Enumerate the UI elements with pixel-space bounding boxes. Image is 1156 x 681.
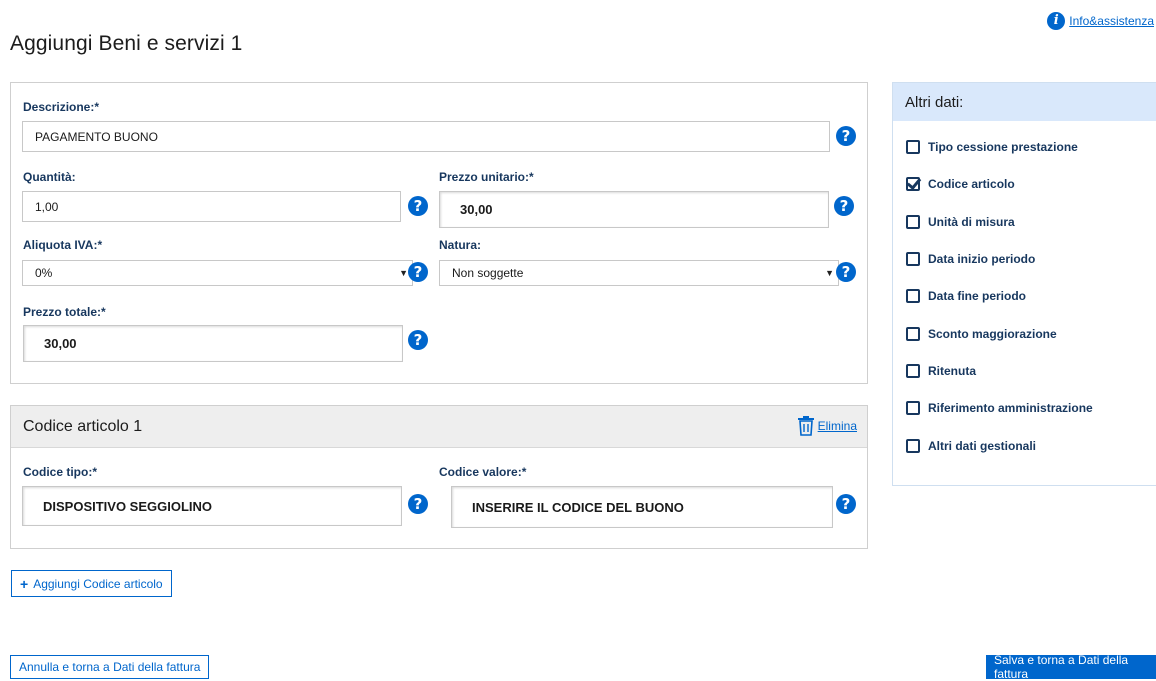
info-assistance-label[interactable]: Info&assistenza bbox=[1069, 14, 1154, 28]
codice-articolo-panel: Codice articolo 1 Elimina Codice tipo:* … bbox=[10, 405, 868, 549]
codice-valore-input[interactable]: INSERIRE IL CODICE DEL BUONO bbox=[451, 486, 833, 528]
natura-label: Natura: bbox=[439, 238, 482, 252]
delete-label[interactable]: Elimina bbox=[818, 419, 857, 433]
option-unita-misura[interactable]: Unità di misura bbox=[906, 215, 1015, 229]
chevron-down-icon: ▼ bbox=[399, 268, 408, 278]
descrizione-help-icon[interactable]: ? bbox=[836, 126, 856, 146]
option-label: Altri dati gestionali bbox=[928, 439, 1037, 453]
descrizione-input[interactable]: PAGAMENTO BUONO bbox=[22, 121, 830, 152]
option-altri-gestionali[interactable]: Altri dati gestionali bbox=[906, 439, 1036, 453]
option-label: Riferimento amministrazione bbox=[928, 401, 1093, 415]
option-label: Tipo cessione prestazione bbox=[928, 140, 1078, 154]
delete-link[interactable]: Elimina bbox=[797, 416, 857, 436]
option-data-inizio[interactable]: Data inizio periodo bbox=[906, 252, 1035, 266]
prezzo-unitario-help-icon[interactable]: ? bbox=[834, 196, 854, 216]
option-tipo-cessione[interactable]: Tipo cessione prestazione bbox=[906, 140, 1078, 154]
option-riferimento[interactable]: Riferimento amministrazione bbox=[906, 401, 1093, 415]
checkbox-checked[interactable] bbox=[906, 177, 920, 191]
prezzo-unitario-label: Prezzo unitario:* bbox=[439, 170, 534, 184]
natura-select[interactable]: Non soggette ▼ bbox=[439, 260, 839, 286]
codice-tipo-input[interactable]: DISPOSITIVO SEGGIOLINO bbox=[22, 486, 402, 526]
save-button[interactable]: Salva e torna a Dati della fattura bbox=[986, 653, 1156, 681]
prezzo-unitario-input[interactable]: 30,00 bbox=[439, 191, 829, 228]
quantita-label: Quantità: bbox=[23, 170, 76, 184]
altri-dati-title: Altri dati: bbox=[905, 94, 964, 111]
natura-value: Non soggette bbox=[452, 266, 524, 280]
aliquota-iva-help-icon[interactable]: ? bbox=[408, 262, 428, 282]
prezzo-totale-label: Prezzo totale:* bbox=[23, 305, 106, 319]
codice-valore-label: Codice valore:* bbox=[439, 465, 527, 479]
option-label: Unità di misura bbox=[928, 215, 1015, 229]
option-label: Data fine periodo bbox=[928, 289, 1027, 303]
codice-tipo-help-icon[interactable]: ? bbox=[408, 494, 428, 514]
info-icon: i bbox=[1047, 12, 1066, 30]
checkbox[interactable] bbox=[906, 252, 920, 266]
option-codice-articolo[interactable]: Codice articolo bbox=[906, 177, 1015, 191]
prezzo-totale-help-icon[interactable]: ? bbox=[408, 330, 428, 350]
altri-dati-header: Altri dati: bbox=[893, 83, 1156, 121]
add-code-button[interactable]: + Aggiungi Codice articolo bbox=[11, 570, 172, 597]
aliquota-iva-label: Aliquota IVA:* bbox=[23, 238, 103, 252]
option-label: Codice articolo bbox=[928, 177, 1015, 191]
option-label: Ritenuta bbox=[928, 364, 976, 378]
page-title: Aggiungi Beni e servizi 1 bbox=[10, 32, 243, 55]
checkbox[interactable] bbox=[906, 401, 920, 415]
quantita-input[interactable]: 1,00 bbox=[22, 191, 401, 222]
codice-articolo-title: Codice articolo 1 bbox=[23, 418, 143, 435]
aliquota-iva-value: 0% bbox=[35, 266, 53, 280]
cancel-button[interactable]: Annulla e torna a Dati della fattura bbox=[10, 655, 210, 679]
prezzo-totale-input[interactable]: 30,00 bbox=[23, 325, 403, 362]
trash-icon bbox=[797, 416, 814, 436]
option-sconto[interactable]: Sconto maggiorazione bbox=[906, 327, 1057, 341]
altri-dati-panel: Altri dati: Tipo cessione prestazione Co… bbox=[892, 82, 1156, 486]
chevron-down-icon: ▼ bbox=[825, 268, 834, 278]
option-label: Data inizio periodo bbox=[928, 252, 1036, 266]
checkbox[interactable] bbox=[906, 215, 920, 229]
codice-articolo-header: Codice articolo 1 Elimina bbox=[11, 406, 867, 448]
codice-valore-help-icon[interactable]: ? bbox=[836, 494, 856, 514]
quantita-help-icon[interactable]: ? bbox=[408, 196, 428, 216]
checkbox[interactable] bbox=[906, 439, 920, 453]
add-code-label: Aggiungi Codice articolo bbox=[33, 576, 163, 591]
option-ritenuta[interactable]: Ritenuta bbox=[906, 364, 976, 378]
checkbox[interactable] bbox=[906, 140, 920, 154]
info-assistance-link[interactable]: i Info&assistenza bbox=[1047, 12, 1154, 30]
descrizione-label: Descrizione:* bbox=[23, 100, 100, 114]
option-data-fine[interactable]: Data fine periodo bbox=[906, 289, 1026, 303]
aliquota-iva-select[interactable]: 0% ▼ bbox=[22, 260, 413, 286]
codice-tipo-label: Codice tipo:* bbox=[23, 465, 97, 479]
option-label: Sconto maggiorazione bbox=[928, 327, 1057, 341]
plus-icon: + bbox=[20, 575, 29, 592]
checkbox[interactable] bbox=[906, 327, 920, 341]
item-details-panel: Descrizione:* PAGAMENTO BUONO ? Quantità… bbox=[10, 82, 868, 384]
natura-help-icon[interactable]: ? bbox=[836, 262, 856, 282]
checkbox[interactable] bbox=[906, 289, 920, 303]
checkbox[interactable] bbox=[906, 364, 920, 378]
